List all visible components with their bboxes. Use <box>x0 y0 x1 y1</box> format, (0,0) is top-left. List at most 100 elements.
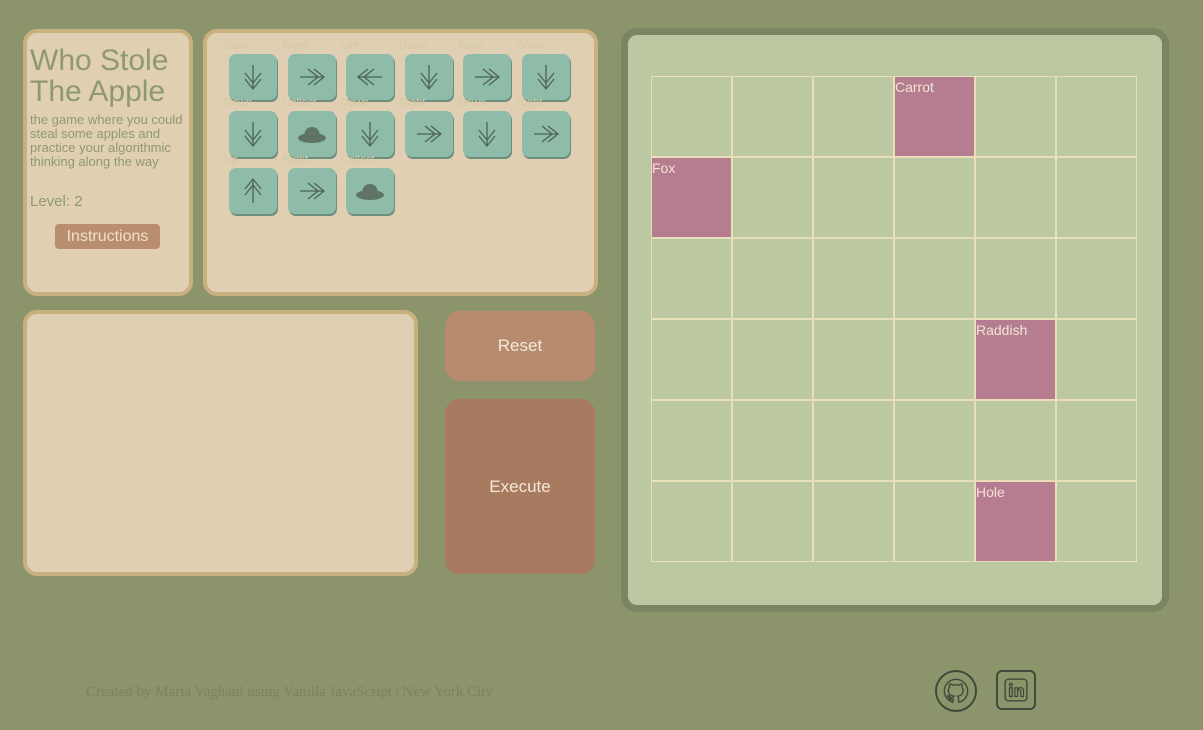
game-subtitle: the game where you could steal some appl… <box>30 112 183 169</box>
command-label: Down <box>224 40 253 52</box>
board-item-label: Fox <box>652 160 676 176</box>
arrow-down-icon <box>419 65 438 91</box>
hat-icon <box>297 127 326 143</box>
board-cell <box>975 76 1056 157</box>
command-button[interactable] <box>287 54 336 100</box>
reset-button[interactable]: Reset <box>445 311 595 381</box>
command-button[interactable] <box>229 111 277 157</box>
command-label: Down <box>224 97 253 109</box>
command-button[interactable] <box>229 54 277 100</box>
board-cell <box>651 481 732 562</box>
linkedin-link[interactable] <box>996 670 1036 710</box>
board-cell <box>651 319 732 400</box>
hat-icon <box>356 184 384 200</box>
command-label: Right <box>282 40 309 52</box>
intro-panel: Who Stole The Apple the game where you c… <box>23 29 193 296</box>
arrow-up-icon <box>244 177 262 203</box>
command-label: Down <box>458 97 487 109</box>
command-label: Collect <box>282 97 317 109</box>
game-board: Carrot Fox Raddish Hole <box>621 28 1169 612</box>
execute-button[interactable]: Execute <box>445 399 595 574</box>
command-tile[interactable]: Collect <box>341 154 394 216</box>
board-item-label: Carrot <box>895 79 934 95</box>
arrow-right-icon <box>416 125 442 143</box>
command-button[interactable] <box>521 54 570 100</box>
board-cell <box>813 319 894 400</box>
board-item: Raddish <box>975 319 1056 400</box>
board-cell <box>813 238 894 319</box>
board-cell <box>1056 76 1137 157</box>
command-button[interactable] <box>521 111 570 157</box>
board-cell <box>1056 319 1137 400</box>
command-queue[interactable] <box>23 310 418 576</box>
command-tile[interactable]: Down <box>224 97 277 159</box>
command-tile[interactable]: Collect <box>283 97 336 159</box>
command-tile[interactable]: Down <box>400 40 453 102</box>
board-cell <box>1056 400 1137 481</box>
arrow-down-icon <box>361 122 379 148</box>
arrow-left-icon <box>356 68 382 86</box>
arrow-right-icon <box>475 68 501 86</box>
board-cell <box>894 319 975 400</box>
command-tile[interactable]: Down <box>517 40 570 102</box>
board-cell <box>975 157 1056 238</box>
github-icon <box>943 678 969 703</box>
board-cell <box>732 400 813 481</box>
board-cell <box>894 238 975 319</box>
command-tile[interactable]: Right <box>283 40 336 102</box>
command-label: Up <box>224 154 239 166</box>
board-cell <box>894 157 975 238</box>
arrow-right-icon <box>299 182 325 200</box>
command-tile[interactable]: Right <box>517 97 570 159</box>
board-cell <box>651 400 732 481</box>
command-tile[interactable]: Right <box>400 97 453 159</box>
github-link[interactable] <box>935 670 977 712</box>
board-cell <box>975 238 1056 319</box>
board-cell <box>1056 157 1137 238</box>
command-button[interactable] <box>404 111 453 157</box>
command-tile[interactable]: Left <box>341 40 394 102</box>
command-tile[interactable]: Down <box>224 40 277 102</box>
board-item-label: Raddish <box>976 322 1028 338</box>
board-cell <box>1056 238 1137 319</box>
command-tile[interactable]: Right <box>458 40 511 102</box>
command-label: Right <box>399 97 426 109</box>
command-tile[interactable]: Down <box>341 97 394 159</box>
command-button[interactable] <box>463 54 511 100</box>
command-label: Right <box>458 40 484 52</box>
arrow-down-icon <box>478 122 496 148</box>
command-button[interactable] <box>287 168 336 214</box>
footer-credit: Created by Maria Vaghani using Vanilla J… <box>86 684 493 700</box>
command-label: Down <box>341 97 370 109</box>
arrow-right-icon <box>533 125 559 143</box>
board-cell <box>813 76 894 157</box>
board-cell <box>894 400 975 481</box>
game-title: Who Stole The Apple <box>30 44 169 108</box>
board-item: Fox <box>651 157 732 238</box>
board-item: Hole <box>975 481 1056 562</box>
arrow-right-icon <box>299 68 325 86</box>
board-cell <box>894 481 975 562</box>
command-button[interactable] <box>346 111 394 157</box>
board-cell <box>813 157 894 238</box>
command-tile[interactable]: Down <box>458 97 511 159</box>
command-button[interactable] <box>287 111 336 157</box>
board-cell <box>651 238 732 319</box>
board-item: Carrot <box>894 76 975 157</box>
command-tile[interactable]: Up <box>224 154 277 216</box>
command-button[interactable] <box>404 54 453 100</box>
command-label: Right <box>516 97 543 109</box>
arrow-down-icon <box>244 65 262 91</box>
instructions-button[interactable]: Instructions <box>55 224 160 249</box>
board-cell <box>975 400 1056 481</box>
arrow-down-icon <box>536 65 555 91</box>
board-cell <box>732 76 813 157</box>
command-button[interactable] <box>463 111 511 157</box>
command-button[interactable] <box>346 54 394 100</box>
command-button[interactable] <box>229 168 277 214</box>
command-tile[interactable]: Right <box>283 154 336 216</box>
command-label: Right <box>282 154 309 166</box>
board-cell <box>651 76 732 157</box>
command-button[interactable] <box>346 168 394 214</box>
board-cell <box>732 481 813 562</box>
